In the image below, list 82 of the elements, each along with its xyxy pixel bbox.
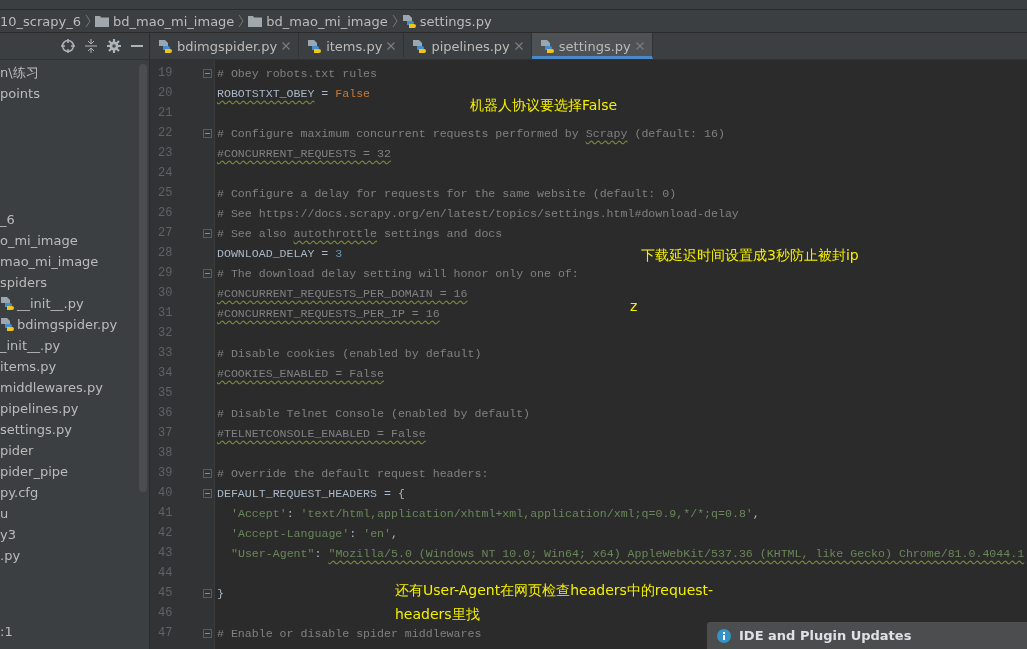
annotation-text: 机器人协议要选择False	[470, 96, 618, 115]
python-file-icon	[401, 13, 416, 29]
code-line: # Obey robots.txt rules	[217, 66, 378, 80]
code-editor[interactable]	[150, 60, 1027, 649]
tree-item[interactable]: _6	[0, 212, 15, 227]
tree-item[interactable]: .py	[0, 548, 21, 563]
tree-item[interactable]: n\练习	[0, 63, 39, 82]
python-file-icon	[158, 38, 172, 54]
notification-title: IDE and Plugin Updates	[739, 628, 912, 643]
close-icon[interactable]	[282, 42, 291, 50]
code-line: DEFAULT_REQUEST_HEADERS = {	[217, 486, 405, 500]
chevron-icon	[391, 14, 398, 28]
code-line: # Configure maximum concurrent requests performed by Scrapy (default: 16)	[217, 126, 725, 140]
folder-icon	[248, 15, 263, 27]
close-icon[interactable]	[387, 42, 396, 50]
code-line: DOWNLOAD_DELAY = 3	[217, 246, 343, 260]
notification-bar[interactable]: IDE and Plugin Updates	[707, 622, 1027, 649]
fold-icon[interactable]	[203, 268, 212, 278]
chevron-icon	[85, 14, 91, 28]
annotation-text: z	[630, 297, 638, 316]
settings-icon[interactable]	[107, 39, 121, 53]
code-line: 'Accept': 'text/html,application/xhtml+xml,application/xml;q=0.9,*/*;q=0.8',	[230, 506, 760, 520]
fold-icon[interactable]	[203, 588, 212, 598]
annotation-text: 下载延迟时间设置成3秒防止被封ip	[641, 246, 859, 265]
tree-item[interactable]: bdimgspider.py	[17, 317, 118, 332]
code-line: # The download delay setting will honor only one of:	[217, 266, 579, 280]
tree-item[interactable]: y3	[0, 527, 16, 542]
collapse-icon[interactable]	[85, 39, 97, 53]
fold-icon[interactable]	[203, 128, 212, 138]
chevron-icon	[238, 14, 245, 28]
breadcrumb-item[interactable]: bd_mao_mi_image	[113, 13, 235, 29]
fold-icon[interactable]	[203, 628, 212, 638]
tree-item[interactable]: u	[0, 506, 9, 521]
close-icon[interactable]	[514, 42, 523, 50]
tree-item[interactable]: points	[0, 86, 40, 101]
fold-icon[interactable]	[203, 488, 212, 498]
breadcrumb-item[interactable]: 10_scrapy_6	[0, 13, 81, 29]
code-line: # See also autothrottle settings and docs	[217, 226, 503, 240]
tree-item[interactable]: items.py	[0, 359, 57, 374]
code-line: #CONCURRENT_REQUESTS = 32	[217, 146, 391, 160]
code-line: #COOKIES_ENABLED = False	[217, 366, 384, 380]
code-line: # See https://docs.scrapy.org/en/latest/topics/settings.html#download-delay	[217, 206, 739, 220]
minimize-icon[interactable]	[131, 44, 143, 48]
code-line: #CONCURRENT_REQUESTS_PER_IP = 16	[217, 306, 440, 320]
info-icon	[717, 628, 731, 643]
tree-item[interactable]: :1	[0, 624, 149, 645]
code-line: # Override the default request headers:	[217, 466, 489, 480]
tree-item[interactable]: py.cfg	[0, 485, 39, 500]
code-line: # Configure a delay for requests for the same website (default: 0)	[217, 186, 677, 200]
python-file-icon	[0, 317, 14, 332]
python-file-icon	[0, 296, 14, 311]
fold-icon[interactable]	[203, 68, 212, 78]
tree-item[interactable]: o_mi_image	[0, 233, 78, 248]
python-file-icon	[307, 38, 322, 54]
code-line: # Disable cookies (enabled by default)	[217, 346, 482, 360]
tree-item[interactable]: mao_mi_image	[0, 254, 99, 269]
python-file-icon	[412, 38, 427, 54]
crosshair-icon[interactable]	[61, 39, 75, 53]
code-line: 'Accept-Language': 'en',	[230, 526, 398, 540]
breadcrumb-item[interactable]: bd_mao_mi_image	[266, 13, 388, 29]
folder-icon	[95, 15, 109, 27]
tree-item[interactable]: spiders	[0, 275, 47, 290]
code-line: "User-Agent": "Mozilla/5.0 (Windows NT 10.0; Win64; x64) AppleWebKit/537.36 (KHTML, like Gecko) Chrome/81.0.4044.1	[230, 546, 1025, 560]
tree-item[interactable]: _init__.py	[0, 338, 61, 353]
tree-item[interactable]: pipelines.py	[0, 401, 79, 416]
python-file-icon	[539, 38, 554, 54]
fold-icon[interactable]	[203, 468, 212, 478]
code-line: #CONCURRENT_REQUESTS_PER_DOMAIN = 16	[217, 286, 468, 300]
breadcrumb-item[interactable]: settings.py	[419, 13, 492, 29]
tree-item[interactable]: __init__.py	[17, 296, 84, 311]
code-line: }	[217, 586, 224, 600]
fold-icon[interactable]	[203, 228, 212, 238]
annotation-text: 还有User-Agent在网页检查headers中的request-headers里找	[395, 581, 715, 624]
tree-item[interactable]: settings.py	[0, 422, 72, 437]
code-line: # Enable or disable spider middlewares	[217, 626, 482, 640]
tree-item[interactable]: middlewares.py	[0, 380, 103, 395]
code-line: #TELNETCONSOLE_ENABLED = False	[217, 426, 426, 440]
tree-item[interactable]: pider	[0, 443, 34, 458]
editor-tab[interactable]: settings.py	[531, 33, 653, 59]
code-line: # Disable Telnet Console (enabled by default)	[217, 406, 531, 420]
tree-item[interactable]: pider_pipe	[0, 464, 69, 479]
code-line: ROBOTSTXT_OBEY = False	[217, 86, 371, 100]
